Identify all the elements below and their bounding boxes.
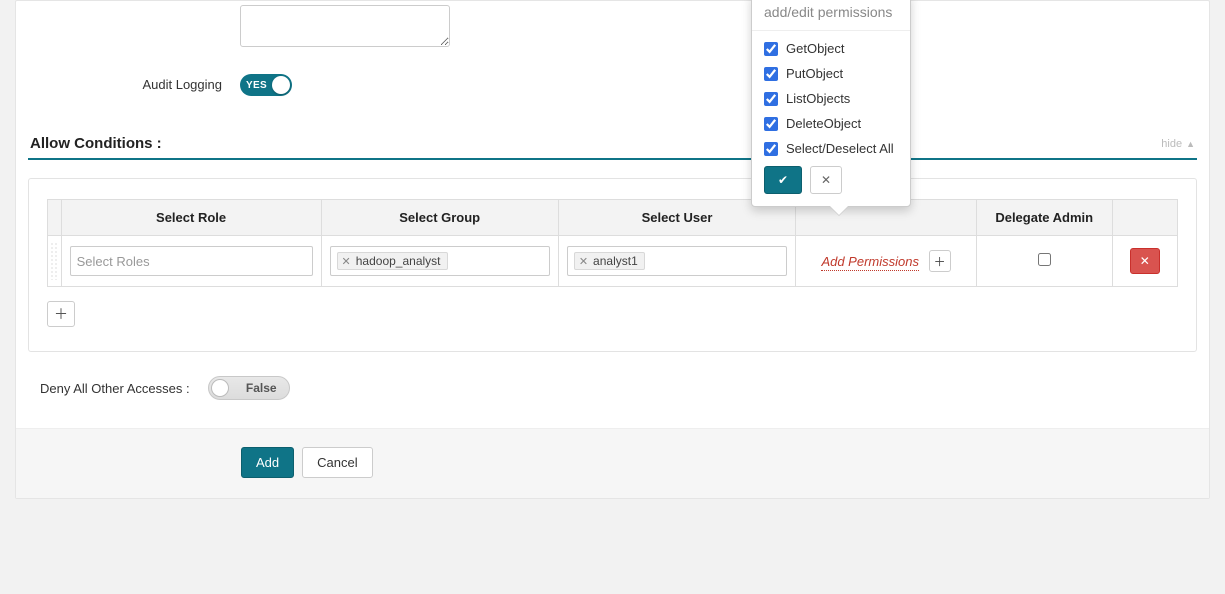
perm-option[interactable]: Select/Deselect All [764, 141, 898, 156]
toggle-text: False [246, 381, 277, 395]
perm-checkbox-getobject[interactable] [764, 42, 778, 56]
add-button[interactable]: Add [241, 447, 294, 478]
perm-label: Select/Deselect All [786, 141, 894, 156]
chevron-up-icon: ▲ [1186, 139, 1195, 149]
allow-conditions-title: Allow Conditions : [30, 135, 162, 152]
hide-label: hide [1161, 138, 1182, 150]
table-row: Select Roles ✕ hadoop_analyst [48, 236, 1178, 287]
perm-option[interactable]: ListObjects [764, 91, 898, 106]
close-icon: ✕ [821, 173, 831, 187]
col-select-role: Select Role [61, 200, 321, 236]
select-roles-placeholder: Select Roles [77, 254, 150, 269]
perm-checkbox-listobjects[interactable] [764, 92, 778, 106]
perm-label: PutObject [786, 66, 843, 81]
user-chip-label: analyst1 [593, 254, 638, 268]
close-icon[interactable]: ✕ [579, 255, 588, 268]
toggle-knob [272, 76, 290, 94]
perm-option[interactable]: GetObject [764, 41, 898, 56]
description-textarea[interactable] [240, 5, 450, 47]
perm-label: GetObject [786, 41, 845, 56]
col-actions [1112, 200, 1177, 236]
select-roles-input[interactable]: Select Roles [70, 246, 313, 276]
delete-row-button[interactable]: ✕ [1130, 248, 1160, 274]
popover-arrow-icon [830, 206, 848, 215]
plus-icon: ＋ [54, 304, 68, 324]
deny-all-toggle[interactable]: False [208, 376, 290, 400]
perm-checkbox-putobject[interactable] [764, 67, 778, 81]
confirm-button[interactable]: ✔ [764, 166, 802, 194]
close-icon[interactable]: ✕ [342, 255, 351, 268]
perm-label: DeleteObject [786, 116, 861, 131]
perm-option[interactable]: DeleteObject [764, 116, 898, 131]
close-icon: ✕ [1140, 254, 1150, 268]
deny-all-label: Deny All Other Accesses : [40, 381, 190, 396]
check-icon: ✔ [778, 173, 788, 187]
toggle-text: YES [246, 80, 267, 91]
col-select-group: Select Group [321, 200, 558, 236]
permissions-popover: add/edit permissions GetObject PutObject… [751, 0, 911, 207]
user-chip[interactable]: ✕ analyst1 [574, 252, 645, 270]
drag-handle-icon[interactable] [50, 242, 58, 280]
select-groups-input[interactable]: ✕ hadoop_analyst [330, 246, 550, 276]
toggle-knob [211, 379, 229, 397]
group-chip[interactable]: ✕ hadoop_analyst [337, 252, 448, 270]
add-permission-plus-button[interactable]: ＋ [929, 250, 951, 272]
plus-icon: ＋ [934, 253, 946, 270]
add-permissions-link[interactable]: Add Permissions [821, 254, 919, 271]
delegate-admin-checkbox[interactable] [1038, 253, 1051, 266]
col-delegate-admin: Delegate Admin [976, 200, 1112, 236]
drag-header [48, 200, 62, 236]
perm-option[interactable]: PutObject [764, 66, 898, 81]
cancel-button[interactable]: Cancel [302, 447, 372, 478]
group-chip-label: hadoop_analyst [356, 254, 441, 268]
perm-label: ListObjects [786, 91, 850, 106]
audit-logging-toggle[interactable]: YES [240, 74, 292, 96]
cancel-icon-button[interactable]: ✕ [810, 166, 842, 194]
audit-logging-label: Audit Logging [28, 71, 240, 99]
perm-checkbox-selectall[interactable] [764, 142, 778, 156]
perm-checkbox-deleteobject[interactable] [764, 117, 778, 131]
popover-title: add/edit permissions [752, 0, 910, 31]
hide-link[interactable]: hide ▲ [1161, 138, 1195, 150]
select-users-input[interactable]: ✕ analyst1 [567, 246, 787, 276]
add-row-button[interactable]: ＋ [47, 301, 75, 327]
